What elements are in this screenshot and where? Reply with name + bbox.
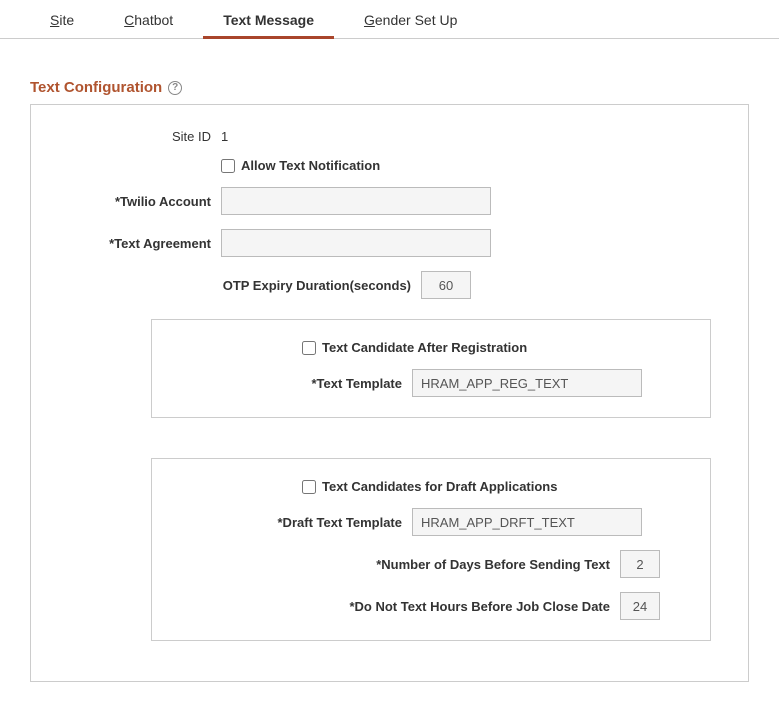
tab-text-message[interactable]: Text Message — [203, 0, 334, 38]
draft-box: Text Candidates for Draft Applications *… — [151, 458, 711, 641]
text-agreement-input[interactable] — [221, 229, 491, 257]
site-id-label: Site ID — [51, 129, 221, 144]
registration-box: Text Candidate After Registration *Text … — [151, 319, 711, 418]
text-template-input[interactable] — [412, 369, 642, 397]
text-candidate-after-registration-checkbox[interactable] — [302, 341, 316, 355]
text-template-label: *Text Template — [172, 376, 412, 391]
days-before-label: *Number of Days Before Sending Text — [172, 557, 620, 572]
section-title: Text Configuration ? — [0, 39, 779, 104]
otp-expiry-label: OTP Expiry Duration(seconds) — [221, 278, 421, 293]
site-id-value: 1 — [221, 129, 228, 144]
tab-site[interactable]: Site — [30, 0, 94, 38]
tab-gender-setup[interactable]: Gender Set Up — [344, 0, 477, 38]
draft-text-template-label: *Draft Text Template — [172, 515, 412, 530]
tab-chatbot[interactable]: Chatbot — [104, 0, 193, 38]
config-panel: Site ID 1 Allow Text Notification *Twili… — [30, 104, 749, 682]
help-icon[interactable]: ? — [168, 81, 182, 95]
twilio-account-input[interactable] — [221, 187, 491, 215]
allow-text-notification-label: Allow Text Notification — [241, 158, 380, 173]
otp-expiry-input[interactable] — [421, 271, 471, 299]
text-candidate-after-registration-label: Text Candidate After Registration — [322, 340, 527, 355]
tabs-bar: Site Chatbot Text Message Gender Set Up — [0, 0, 779, 39]
twilio-account-label: *Twilio Account — [51, 194, 221, 209]
text-draft-candidates-checkbox[interactable] — [302, 480, 316, 494]
allow-text-notification-checkbox[interactable] — [221, 159, 235, 173]
days-before-input[interactable] — [620, 550, 660, 578]
text-draft-candidates-label: Text Candidates for Draft Applications — [322, 479, 557, 494]
hours-before-label: *Do Not Text Hours Before Job Close Date — [172, 599, 620, 614]
draft-text-template-input[interactable] — [412, 508, 642, 536]
text-agreement-label: *Text Agreement — [51, 236, 221, 251]
hours-before-input[interactable] — [620, 592, 660, 620]
